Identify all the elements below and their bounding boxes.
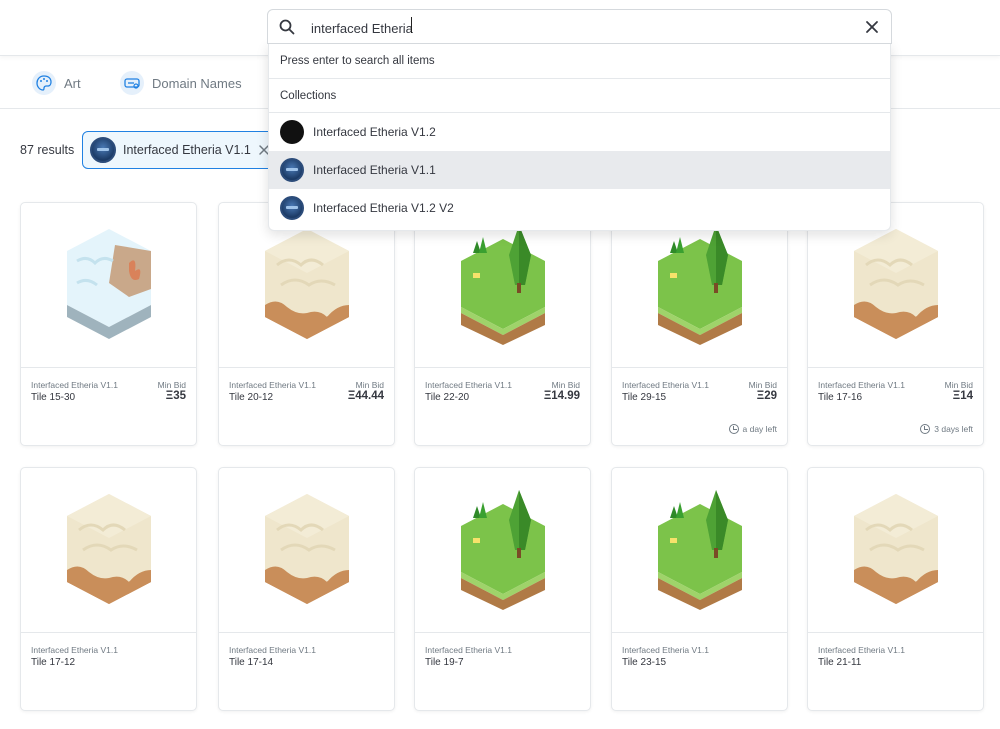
close-icon [866, 21, 878, 33]
asset-name: Tile 22-20 [425, 392, 470, 403]
asset-card[interactable]: Interfaced Etheria V1.1 Tile 19-7 [414, 467, 591, 711]
asset-collection-name[interactable]: Interfaced Etheria V1.1 [622, 645, 709, 655]
asset-image[interactable] [415, 468, 590, 633]
category-art[interactable]: Art [32, 71, 81, 95]
dropdown-item-collection[interactable]: Interfaced Etheria V1.2 V2 [269, 189, 890, 227]
clear-search-button[interactable] [863, 18, 881, 36]
search-icon [279, 19, 295, 35]
min-bid-label: Min Bid [551, 380, 580, 390]
snow-tile-image [67, 229, 151, 339]
asset-collection-name[interactable]: Interfaced Etheria V1.1 [818, 645, 905, 655]
time-left-text: a day left [742, 424, 778, 434]
time-left: 3 days left [920, 424, 973, 434]
dropdown-item-label: Interfaced Etheria V1.1 [313, 163, 436, 177]
desert-tile-image [265, 229, 349, 339]
asset-name: Tile 23-15 [622, 657, 667, 668]
domain-names-icon [120, 71, 144, 95]
min-bid-value: Ξ14 [952, 390, 973, 402]
collections-section-header: Collections [269, 79, 890, 113]
asset-image[interactable] [21, 468, 196, 633]
clock-icon [728, 424, 739, 434]
category-art-label: Art [64, 75, 81, 91]
asset-collection-name[interactable]: Interfaced Etheria V1.1 [425, 380, 512, 390]
asset-name: Tile 17-12 [31, 657, 76, 668]
forest-tile-image [461, 490, 545, 610]
search-input[interactable]: interfaced Etheria [311, 17, 811, 36]
min-bid-value: Ξ29 [756, 390, 777, 402]
asset-collection-name[interactable]: Interfaced Etheria V1.1 [31, 380, 118, 390]
min-bid-label: Min Bid [355, 380, 384, 390]
dropdown-item-collection[interactable]: Interfaced Etheria V1.1 [269, 151, 890, 189]
filter-label: Interfaced Etheria V1.1 [123, 143, 251, 157]
asset-image[interactable] [612, 468, 787, 633]
asset-card[interactable]: Interfaced Etheria V1.1 Tile 23-15 [611, 467, 788, 711]
dropdown-item-label: Interfaced Etheria V1.2 [313, 125, 436, 139]
text-cursor [410, 17, 412, 33]
min-bid-label: Min Bid [157, 380, 186, 390]
asset-collection-name[interactable]: Interfaced Etheria V1.1 [31, 645, 118, 655]
asset-collection-name[interactable]: Interfaced Etheria V1.1 [425, 645, 512, 655]
asset-name: Tile 17-14 [229, 657, 274, 668]
collection-avatar [280, 196, 304, 220]
art-icon [32, 71, 56, 95]
desert-tile-image [67, 494, 151, 604]
min-bid-label: Min Bid [748, 380, 777, 390]
min-bid-value: Ξ14.99 [543, 390, 580, 402]
min-bid-label: Min Bid [944, 380, 973, 390]
asset-name: Tile 15-30 [31, 392, 76, 403]
asset-collection-name[interactable]: Interfaced Etheria V1.1 [229, 380, 316, 390]
dropdown-item-label: Interfaced Etheria V1.2 V2 [313, 201, 454, 215]
min-bid-value: Ξ44.44 [347, 390, 384, 402]
asset-card[interactable]: Interfaced Etheria V1.1 Tile 17-12 [20, 467, 197, 711]
collection-filter-pill[interactable]: Interfaced Etheria V1.1 [82, 131, 282, 169]
category-domain-names-label: Domain Names [152, 75, 242, 91]
desert-tile-image [265, 494, 349, 604]
asset-card[interactable]: Interfaced Etheria V1.1 Tile 17-14 [218, 467, 395, 711]
category-domain-names[interactable]: Domain Names [120, 71, 242, 95]
collection-avatar [280, 158, 304, 182]
dropdown-item-collection[interactable]: Interfaced Etheria V1.2 [269, 113, 890, 151]
forest-tile-image [658, 490, 742, 610]
min-bid-value: Ξ35 [165, 390, 186, 402]
desert-tile-image [854, 229, 938, 339]
search-bar[interactable]: interfaced Etheria [267, 9, 892, 44]
search-dropdown: Press enter to search all items Collecti… [268, 43, 891, 231]
asset-card[interactable]: Interfaced Etheria V1.1 Tile 22-20 Min Bid… [414, 202, 591, 446]
asset-card[interactable]: Interfaced Etheria V1.1 Tile 21-11 [807, 467, 984, 711]
time-left-text: 3 days left [934, 424, 973, 434]
time-left: a day left [728, 424, 778, 434]
asset-collection-name[interactable]: Interfaced Etheria V1.1 [229, 645, 316, 655]
asset-collection-name[interactable]: Interfaced Etheria V1.1 [818, 380, 905, 390]
asset-name: Tile 19-7 [425, 657, 464, 668]
asset-name: Tile 29-15 [622, 392, 667, 403]
asset-card[interactable]: Interfaced Etheria V1.1 Tile 20-12 Min Bid… [218, 202, 395, 446]
results-count: 87 results [20, 143, 75, 157]
asset-collection-name[interactable]: Interfaced Etheria V1.1 [622, 380, 709, 390]
asset-card[interactable]: Interfaced Etheria V1.1 Tile 17-16 Min Bid… [807, 202, 984, 446]
asset-name: Tile 21-11 [818, 657, 862, 668]
asset-card[interactable]: Interfaced Etheria V1.1 Tile 29-15 Min Bid… [611, 202, 788, 446]
collection-avatar [90, 137, 116, 163]
clock-icon [920, 424, 931, 434]
forest-tile-image [461, 225, 545, 345]
asset-name: Tile 17-16 [818, 392, 863, 403]
asset-image[interactable] [219, 468, 394, 633]
asset-name: Tile 20-12 [229, 392, 274, 403]
desert-tile-image [854, 494, 938, 604]
asset-image[interactable] [808, 468, 983, 633]
asset-card[interactable]: Interfaced Etheria V1.1 Tile 15-30 Min Bid… [20, 202, 197, 446]
collection-avatar [280, 120, 304, 144]
search-all-hint[interactable]: Press enter to search all items [269, 44, 890, 79]
forest-tile-image [658, 225, 742, 345]
asset-image[interactable] [21, 203, 196, 368]
